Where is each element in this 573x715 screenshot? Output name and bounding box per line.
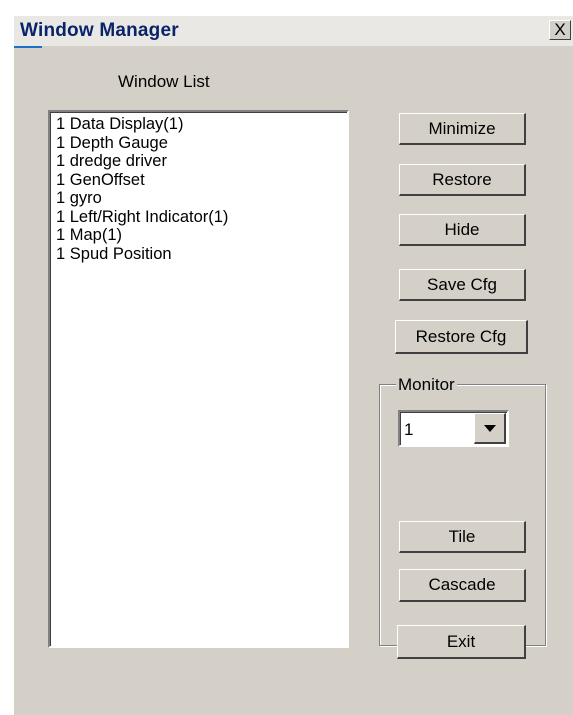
list-item[interactable]: 1 Map(1) <box>56 226 347 245</box>
list-item[interactable]: 1 GenOffset <box>56 171 347 190</box>
monitor-dropdown-button[interactable] <box>474 413 506 444</box>
close-button[interactable]: X <box>549 20 571 40</box>
tile-button[interactable]: Tile <box>399 521 526 553</box>
restore-cfg-button[interactable]: Restore Cfg <box>395 320 528 354</box>
close-icon: X <box>554 20 566 39</box>
window-list[interactable]: 1 Data Display(1) 1 Depth Gauge 1 dredge… <box>48 110 349 648</box>
list-item[interactable]: 1 Spud Position <box>56 245 347 264</box>
list-item[interactable]: 1 dredge driver <box>56 152 347 171</box>
monitor-label: Monitor <box>396 375 457 395</box>
hide-button[interactable]: Hide <box>399 214 526 246</box>
save-cfg-button[interactable]: Save Cfg <box>399 269 526 301</box>
list-item[interactable]: 1 Left/Right Indicator(1) <box>56 208 347 227</box>
list-item[interactable]: 1 Depth Gauge <box>56 134 347 153</box>
restore-button[interactable]: Restore <box>399 164 526 196</box>
list-item[interactable]: 1 Data Display(1) <box>56 115 347 134</box>
title-underline <box>14 46 42 48</box>
cascade-button[interactable]: Cascade <box>399 569 526 602</box>
list-item[interactable]: 1 gyro <box>56 189 347 208</box>
chevron-down-icon <box>483 424 496 432</box>
window-manager-dialog: Window Manager X Window List 1 Data Disp… <box>14 16 573 715</box>
minimize-button[interactable]: Minimize <box>399 113 526 145</box>
exit-button[interactable]: Exit <box>397 625 526 659</box>
window-list-label: Window List <box>118 72 210 91</box>
monitor-select-value: 1 <box>404 420 414 439</box>
monitor-select[interactable]: 1 <box>398 410 509 447</box>
window-title: Window Manager <box>20 20 179 41</box>
title-bar[interactable]: Window Manager X <box>14 16 573 46</box>
